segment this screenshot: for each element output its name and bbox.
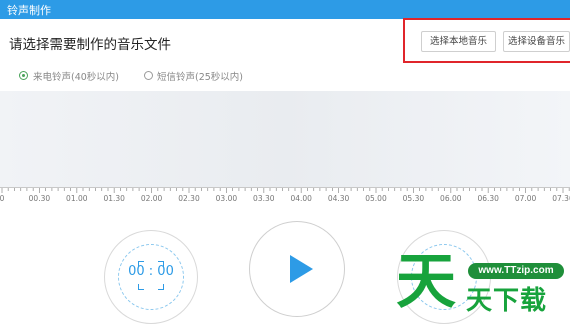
timeline-label: 00.30 bbox=[28, 194, 51, 203]
timeline-label: 03.30 bbox=[253, 194, 275, 203]
play-icon bbox=[290, 255, 313, 283]
select-device-music-button[interactable]: 选择设备音乐 bbox=[503, 31, 570, 52]
timeline-label: 05.00 bbox=[365, 194, 387, 203]
timeline-label: 02.30 bbox=[178, 194, 200, 203]
timeline-label: 07.00 bbox=[514, 194, 537, 203]
timeline-ruler[interactable]: 0 00.30 01.00 01.30 02.00 02.30 03.00 03.30 04.0… bbox=[0, 187, 570, 207]
timeline-label: 01.00 bbox=[66, 194, 88, 203]
watermark-url: www.TTzip.com bbox=[468, 263, 564, 279]
play-button[interactable] bbox=[249, 221, 345, 317]
timeline-label: 05.30 bbox=[402, 194, 425, 203]
page-heading: 请选择需要制作的音乐文件 bbox=[9, 37, 171, 53]
radio-incoming-call-label[interactable]: 来电铃声(40秒以内) bbox=[33, 69, 119, 83]
timeline-label: 06.30 bbox=[477, 194, 499, 203]
waveform-area[interactable] bbox=[0, 91, 570, 187]
watermark-brand: 天下载 bbox=[466, 286, 548, 316]
timeline-label: 0 bbox=[0, 194, 5, 203]
timeline-label: 04.30 bbox=[327, 194, 350, 203]
watermark-logo: 天 www.TTzip.com 天下载 bbox=[394, 247, 570, 325]
watermark-big-char: 天 bbox=[396, 247, 456, 317]
bracket-corner bbox=[158, 284, 164, 290]
timeline-label: 04.00 bbox=[290, 194, 312, 203]
radio-sms[interactable] bbox=[144, 71, 153, 80]
radio-incoming-call[interactable] bbox=[19, 71, 28, 80]
bracket-corner bbox=[138, 284, 144, 290]
ringtone-type-options: 来电铃声(40秒以内) 短信铃声(25秒以内) bbox=[0, 66, 570, 86]
timeline-label: 06.00 bbox=[440, 194, 462, 203]
select-local-music-button[interactable]: 选择本地音乐 bbox=[421, 31, 496, 52]
start-time-dial[interactable]: 00 : 00 bbox=[104, 230, 198, 324]
timeline-label: 03.00 bbox=[215, 194, 238, 203]
window-title: 铃声制作 bbox=[7, 4, 51, 17]
radio-sms-label[interactable]: 短信铃声(25秒以内) bbox=[157, 69, 243, 83]
title-bar: 铃声制作 bbox=[0, 0, 570, 19]
timeline-label: 01.30 bbox=[103, 194, 125, 203]
timeline-label: 02.00 bbox=[140, 194, 163, 203]
start-time-display: 00 : 00 bbox=[128, 264, 174, 279]
timeline-label: 07.30 bbox=[552, 194, 570, 203]
